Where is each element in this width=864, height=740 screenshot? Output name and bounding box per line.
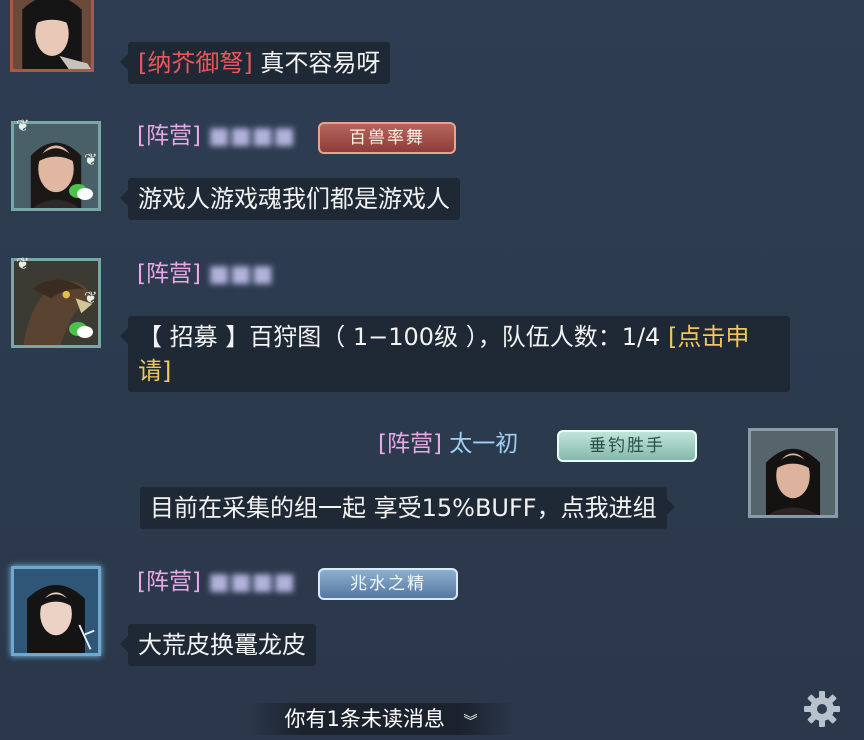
sender-row: [阵营] ■■■ <box>137 259 273 289</box>
blurred-player-name[interactable]: ■■■■ <box>208 567 295 597</box>
gear-icon[interactable] <box>802 689 842 729</box>
sender-name: [纳芥御弩] <box>138 49 253 77</box>
camp-label[interactable]: [阵营] <box>137 123 201 149</box>
camp-label[interactable]: [阵营] <box>137 569 201 595</box>
camp-label[interactable]: [阵营] <box>137 261 201 287</box>
avatar[interactable] <box>11 566 101 656</box>
sender-row: [阵营] ■■■■ <box>137 567 295 597</box>
butterfly-icon: ❦ <box>84 288 98 307</box>
message-bubble[interactable]: 游戏人游戏魂我们都是游戏人 <box>120 178 460 220</box>
sender-row: [阵营] ■■■■ <box>137 121 295 151</box>
unread-notice-text: 你有1条未读消息 <box>284 707 445 731</box>
message-text: 目前在采集的组一起 享受15%BUFF，点我进组 <box>150 494 657 522</box>
butterfly-icon: ❦ <box>16 116 30 135</box>
wechat-icon <box>69 184 93 200</box>
message-bubble[interactable]: 【 招募 】百狩图（ 1−100级 ），队伍人数：1/4 [点击申请] <box>120 316 790 392</box>
butterfly-icon: ❦ <box>84 150 98 169</box>
avatar[interactable] <box>748 428 838 518</box>
message-text: 真不容易呀 <box>260 49 381 77</box>
blurred-player-name[interactable]: ■■■ <box>208 259 273 289</box>
butterfly-icon: ❦ <box>16 254 30 273</box>
camp-label[interactable]: [阵营] <box>378 431 442 457</box>
blurred-player-name[interactable]: ■■■■ <box>208 121 295 151</box>
message-bubble[interactable]: 大荒皮换鼍龙皮 <box>120 624 316 666</box>
self-male-portrait-icon <box>751 431 835 515</box>
unread-message-notice[interactable]: 你有1条未读消息 ︾ <box>248 703 514 735</box>
female-portrait-icon <box>14 569 98 653</box>
message-bubble[interactable]: [纳芥御弩] 真不容易呀 <box>119 42 391 84</box>
message-bubble[interactable]: 目前在采集的组一起 享受15%BUFF，点我进组 <box>140 487 675 529</box>
sender-row: [阵营] 太一初 <box>378 429 518 459</box>
title-badge[interactable]: 垂钓胜手 <box>557 430 697 462</box>
message-text: 【 招募 】百狩图（ 1−100级 ），队伍人数：1/4 <box>138 323 668 351</box>
message-text: 大荒皮换鼍龙皮 <box>138 631 306 659</box>
double-chevron-down-icon: ︾ <box>463 714 478 730</box>
wechat-icon <box>69 322 93 338</box>
title-badge[interactable]: 兆水之精 <box>318 568 458 600</box>
message-text: 游戏人游戏魂我们都是游戏人 <box>138 185 450 213</box>
sender-name[interactable]: 太一初 <box>449 431 518 457</box>
title-badge[interactable]: 百兽率舞 <box>318 122 456 154</box>
avatar[interactable] <box>10 0 94 72</box>
female-character-portrait-icon <box>13 0 91 69</box>
